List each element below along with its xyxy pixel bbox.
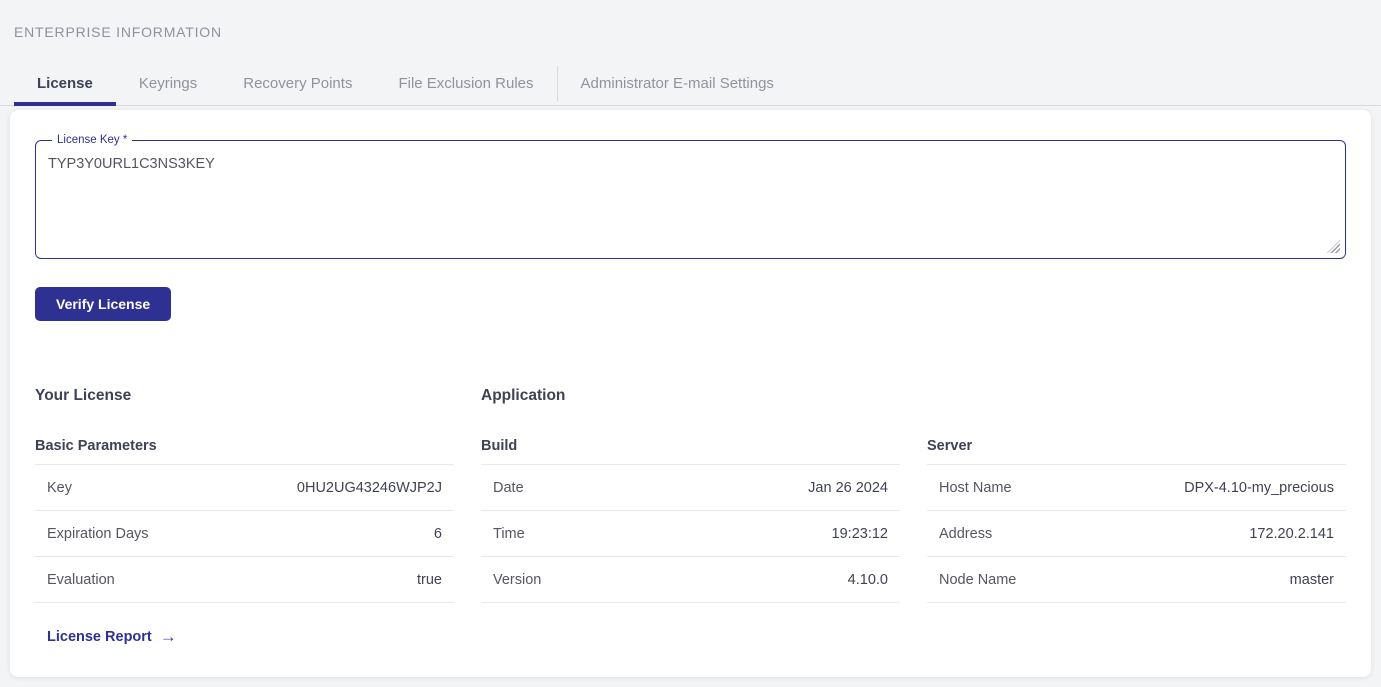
server-table: Server Host Name DPX-4.10-my_precious Ad… (927, 438, 1346, 603)
page-title: ENTERPRISE INFORMATION (14, 24, 1381, 40)
row-label: Time (493, 526, 525, 542)
row-label: Date (493, 480, 524, 496)
table-row: Evaluation true (35, 557, 454, 603)
verify-license-button[interactable]: Verify License (35, 287, 171, 321)
row-label: Address (939, 526, 992, 542)
your-license-title: Your License (35, 387, 454, 405)
basic-parameters-title: Basic Parameters (35, 438, 454, 465)
row-value: 4.10.0 (848, 572, 888, 588)
build-table: Build Date Jan 26 2024 Time 19:23:12 Ver… (481, 438, 900, 603)
row-label: Evaluation (47, 572, 115, 588)
tab-recovery-points[interactable]: Recovery Points (220, 62, 375, 105)
table-row: Date Jan 26 2024 (481, 465, 900, 511)
row-value: 0HU2UG43246WJP2J (297, 480, 442, 496)
row-label: Key (47, 480, 72, 496)
basic-parameters-table: Basic Parameters Key 0HU2UG43246WJP2J Ex… (35, 438, 454, 603)
table-row: Version 4.10.0 (481, 557, 900, 603)
license-panel: License Key * TYP3Y0URL1C3NS3KEY Verify … (10, 110, 1371, 677)
build-title: Build (481, 438, 900, 465)
server-title: Server (927, 438, 1346, 465)
page-header: ENTERPRISE INFORMATION (0, 0, 1381, 62)
license-report-link[interactable]: License Report → (35, 628, 177, 645)
row-value: master (1290, 572, 1334, 588)
license-key-field: License Key * TYP3Y0URL1C3NS3KEY (35, 134, 1346, 259)
build-column: Build Date Jan 26 2024 Time 19:23:12 Ver… (481, 438, 900, 646)
tab-license[interactable]: License (14, 62, 116, 105)
arrow-right-icon: → (160, 628, 177, 645)
row-label: Version (493, 572, 541, 588)
table-row: Node Name master (927, 557, 1346, 603)
row-value: DPX-4.10-my_precious (1184, 480, 1334, 496)
tab-keyrings[interactable]: Keyrings (116, 62, 220, 105)
row-value: 172.20.2.141 (1249, 526, 1334, 542)
license-report-label: License Report (47, 629, 152, 645)
info-sections: Your License Application Basic Parameter… (35, 387, 1346, 646)
row-value: 19:23:12 (832, 526, 888, 542)
table-row: Expiration Days 6 (35, 511, 454, 557)
table-row: Host Name DPX-4.10-my_precious (927, 465, 1346, 511)
row-label: Node Name (939, 572, 1016, 588)
license-key-textarea[interactable]: TYP3Y0URL1C3NS3KEY (48, 150, 1333, 236)
your-license-column: Basic Parameters Key 0HU2UG43246WJP2J Ex… (35, 438, 454, 646)
application-title: Application (481, 387, 1346, 405)
row-value: true (417, 572, 442, 588)
table-row: Key 0HU2UG43246WJP2J (35, 465, 454, 511)
row-value: Jan 26 2024 (808, 480, 888, 496)
tab-bar: License Keyrings Recovery Points File Ex… (0, 62, 1381, 106)
tab-administrator-email-settings[interactable]: Administrator E-mail Settings (558, 62, 797, 105)
row-label: Host Name (939, 480, 1012, 496)
resize-handle-icon[interactable] (1327, 240, 1340, 253)
server-column: Server Host Name DPX-4.10-my_precious Ad… (927, 438, 1346, 646)
row-label: Expiration Days (47, 526, 149, 542)
license-key-label: License Key * (52, 134, 132, 146)
table-row: Address 172.20.2.141 (927, 511, 1346, 557)
row-value: 6 (434, 526, 442, 542)
tab-file-exclusion-rules[interactable]: File Exclusion Rules (375, 62, 556, 105)
table-row: Time 19:23:12 (481, 511, 900, 557)
